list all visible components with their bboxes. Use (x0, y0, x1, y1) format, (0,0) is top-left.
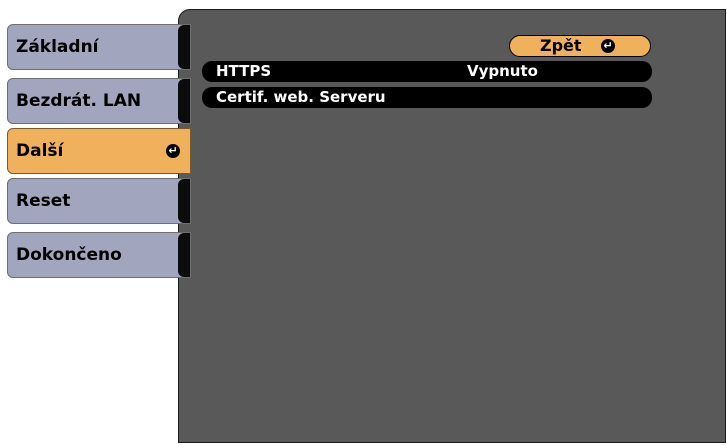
menu-row-label: Certif. web. Serveru (216, 88, 386, 106)
sidebar-item-dokonceno[interactable]: Dokončeno (7, 232, 191, 278)
tab-edge (178, 179, 190, 223)
enter-icon: ↵ (601, 39, 615, 53)
sidebar-item-dalsi[interactable]: Další ↵ (7, 128, 191, 174)
back-button-label: Zpět (540, 36, 582, 55)
sidebar-item-reset[interactable]: Reset (7, 178, 191, 224)
menu-row-https[interactable]: HTTPS Vypnuto (202, 61, 652, 82)
sidebar-item-label: Bezdrát. LAN (16, 91, 142, 111)
sidebar-item-label: Další (16, 141, 64, 161)
sidebar-item-label: Reset (16, 191, 71, 211)
menu-row-certif-web-serveru[interactable]: Certif. web. Serveru (202, 87, 652, 108)
sidebar-item-zakladni[interactable]: Základní (7, 24, 191, 70)
sidebar-item-bezdrat-lan[interactable]: Bezdrát. LAN (7, 78, 191, 124)
sidebar-item-label: Základní (16, 37, 99, 57)
enter-icon: ↵ (166, 144, 180, 158)
back-button[interactable]: Zpět ↵ (509, 35, 651, 57)
tab-edge (178, 233, 190, 277)
menu-row-value: Vypnuto (467, 62, 538, 80)
sidebar-item-label: Dokončeno (16, 245, 122, 265)
tab-edge (178, 79, 190, 123)
menu-row-label: HTTPS (216, 62, 272, 80)
tab-edge (178, 25, 190, 69)
